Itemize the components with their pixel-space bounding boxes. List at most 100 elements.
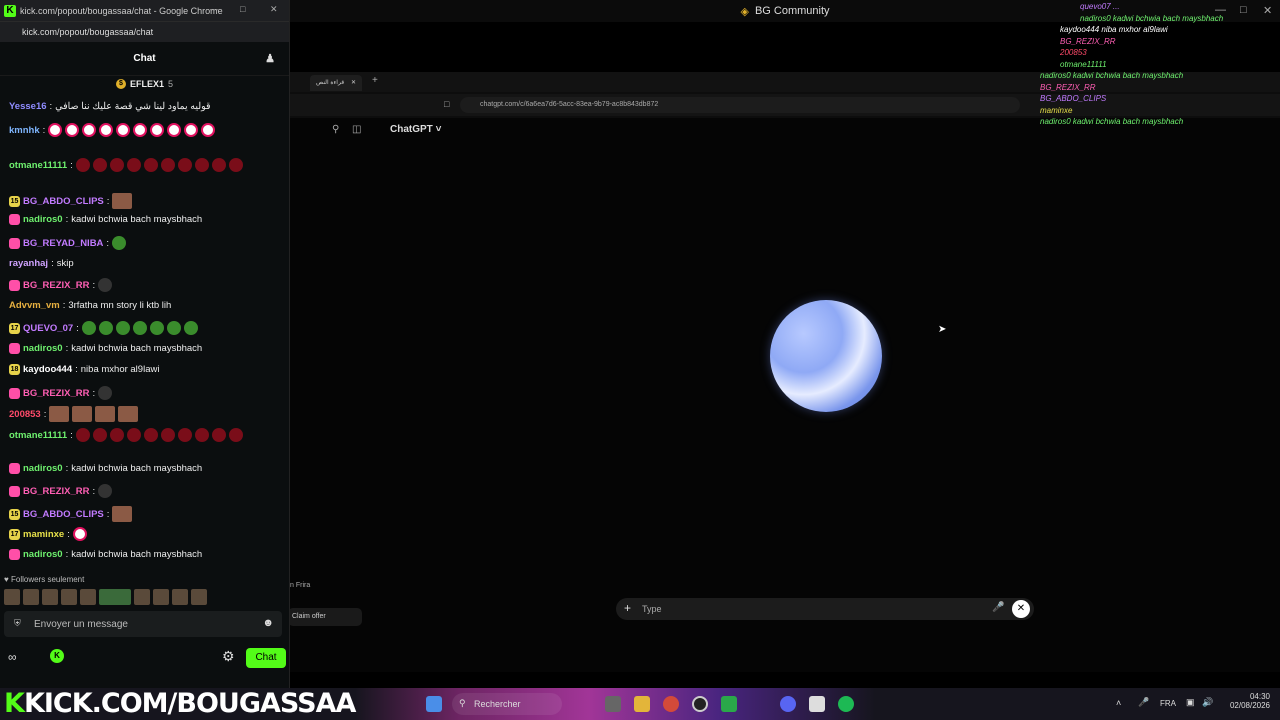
chat-username[interactable]: nadiros0 — [23, 214, 63, 225]
vip-badge-icon — [9, 387, 20, 399]
chat-username[interactable]: Yesse16 — [9, 101, 47, 112]
chat-message: 15 BG_ABDO_CLIPS: — [9, 506, 284, 522]
minimize-icon[interactable]: — — [210, 4, 219, 14]
voice-orb — [770, 300, 882, 412]
chat-username[interactable]: otmane11111 — [9, 430, 67, 441]
taskbar-search[interactable]: ⚲ Rechercher — [452, 693, 562, 715]
emote-icon — [228, 158, 243, 172]
chat-username[interactable]: QUEVO_07 — [23, 323, 73, 334]
send-chat-button[interactable]: Chat — [246, 648, 286, 668]
chat-popout-window: K kick.com/popout/bougassaa/chat - Googl… — [0, 0, 290, 688]
volume-icon[interactable]: 🔊 — [1202, 697, 1213, 708]
file-explorer-icon[interactable] — [634, 696, 650, 712]
emote-button[interactable] — [191, 589, 207, 605]
chat-username[interactable]: BG_REZIX_RR — [23, 486, 90, 497]
obs-icon[interactable] — [692, 696, 708, 712]
emote-button[interactable] — [42, 589, 58, 605]
emote-quick-bar — [4, 589, 207, 605]
chat-username[interactable]: nadiros0 — [23, 343, 63, 354]
chat-username[interactable]: rayanhaj — [9, 258, 48, 269]
windows-start-icon[interactable] — [426, 696, 442, 712]
search-icon[interactable]: ⚲ — [332, 124, 339, 135]
chat-message-text: skip — [56, 258, 74, 269]
chat-username[interactable]: BG_REZIX_RR — [23, 388, 90, 399]
emote-button[interactable] — [4, 589, 20, 605]
emote-icon — [177, 428, 192, 442]
emote-button[interactable] — [99, 589, 131, 605]
inner-url-field[interactable]: chatgpt.com/c/6a6ea7d6-5acc-83ea-9b79-ac… — [460, 97, 1020, 113]
chat-username[interactable]: BG_REZIX_RR — [23, 280, 90, 291]
clock[interactable]: 04:30 02/08/2026 — [1230, 692, 1270, 710]
emote-icon — [132, 321, 147, 335]
chrome-url-bar[interactable]: kick.com/popout/bougassaa/chat — [0, 21, 289, 42]
chat-message: otmane11111: — [9, 428, 284, 442]
new-tab-icon[interactable]: + — [372, 75, 378, 86]
overlay-chat-line: quevo07 ... — [1080, 2, 1120, 11]
bookmark-icon[interactable]: □ — [444, 99, 449, 109]
emote-button[interactable] — [153, 589, 169, 605]
chat-message-list[interactable]: Yesse16: قوليه يماود لينا شي قصة عليك ننا… — [0, 98, 290, 570]
inner-tab[interactable]: قراءة النص ✕ — [310, 75, 362, 91]
pinned-gifter[interactable]: $ EFLEX1 5 — [0, 76, 289, 92]
emote-button[interactable] — [61, 589, 77, 605]
chat-username[interactable]: BG_ABDO_CLIPS — [23, 509, 104, 520]
gallery-icon[interactable] — [809, 696, 825, 712]
emote-icon — [118, 406, 139, 422]
chat-message: 15 BG_ABDO_CLIPS: — [9, 193, 284, 209]
emote-icon — [98, 484, 113, 498]
emote-icon — [99, 123, 114, 137]
chat-username[interactable]: nadiros0 — [23, 549, 63, 560]
emote-button[interactable] — [80, 589, 96, 605]
tab-close-icon[interactable]: ✕ — [351, 79, 356, 86]
chat-username[interactable]: otmane11111 — [9, 160, 67, 171]
chat-username[interactable]: maminxe — [23, 529, 64, 540]
end-voice-button[interactable]: ✕ — [1012, 600, 1030, 618]
emote-icon — [150, 123, 165, 137]
spotify-icon[interactable] — [838, 696, 854, 712]
emote-button[interactable] — [134, 589, 150, 605]
model-selector[interactable]: ChatGPT ˅ — [390, 124, 441, 135]
close-icon[interactable]: ✕ — [270, 4, 278, 15]
app-icon[interactable] — [721, 696, 737, 712]
discord-icon[interactable] — [780, 696, 796, 712]
emote-button[interactable] — [172, 589, 188, 605]
composer-input[interactable]: + Type 🎤 ✕ — [616, 598, 1034, 620]
chevron-down-icon: ˅ — [435, 124, 442, 135]
chat-username[interactable]: kmnhk — [9, 125, 40, 136]
sub-badge-icon: 17 — [9, 322, 20, 334]
gear-icon[interactable]: ⚙ — [222, 648, 235, 665]
chat-username[interactable]: 200853 — [9, 409, 41, 420]
separator: : — [92, 279, 96, 291]
task-view-icon[interactable] — [605, 696, 621, 712]
chat-username[interactable]: nadiros0 — [23, 463, 63, 474]
sidebar-toggle-icon[interactable]: ◫ — [352, 124, 361, 135]
chat-username[interactable]: Advvm_vm — [9, 300, 60, 311]
network-icon[interactable]: ▣ — [1186, 697, 1195, 708]
emoji-icon[interactable]: ☻ — [262, 617, 274, 629]
chrome-icon[interactable] — [663, 696, 679, 712]
overlay-chat-line: nadiros0 kadwi bchwia bach maysbhach — [1040, 71, 1184, 80]
mic-icon[interactable]: 🎤 — [992, 602, 1004, 613]
plus-icon[interactable]: + — [624, 601, 631, 615]
kick-points-icon[interactable]: K — [50, 649, 64, 663]
user-settings-icon[interactable]: ♟ — [265, 52, 275, 65]
microphone-icon[interactable]: 🎤 — [1138, 697, 1149, 708]
chevron-up-icon[interactable]: ˄ — [1116, 698, 1121, 708]
claim-offer-button[interactable]: Claim offer — [288, 608, 362, 626]
separator: : — [43, 408, 47, 420]
people-icon[interactable]: ∞ — [8, 650, 17, 664]
emote-button[interactable] — [23, 589, 39, 605]
community-icon: ◈ — [740, 5, 749, 18]
language-indicator[interactable]: FRA — [1160, 699, 1176, 708]
chat-username[interactable]: BG_REYAD_NIBA — [23, 238, 103, 249]
emote-icon — [98, 321, 113, 335]
chat-message: BG_REYAD_NIBA: — [9, 236, 284, 250]
separator: : — [92, 387, 96, 399]
message-input[interactable]: ⛨ Envoyer un message ☻ — [4, 611, 282, 637]
maximize-icon[interactable]: □ — [240, 4, 245, 14]
chat-username[interactable]: kaydoo444 — [23, 364, 72, 375]
chat-username[interactable]: BG_ABDO_CLIPS — [23, 196, 104, 207]
emote-icon — [75, 428, 90, 442]
chat-message: otmane11111: — [9, 158, 284, 172]
chat-message: nadiros0: kadwi bchwia bach maysbhach — [9, 343, 284, 354]
